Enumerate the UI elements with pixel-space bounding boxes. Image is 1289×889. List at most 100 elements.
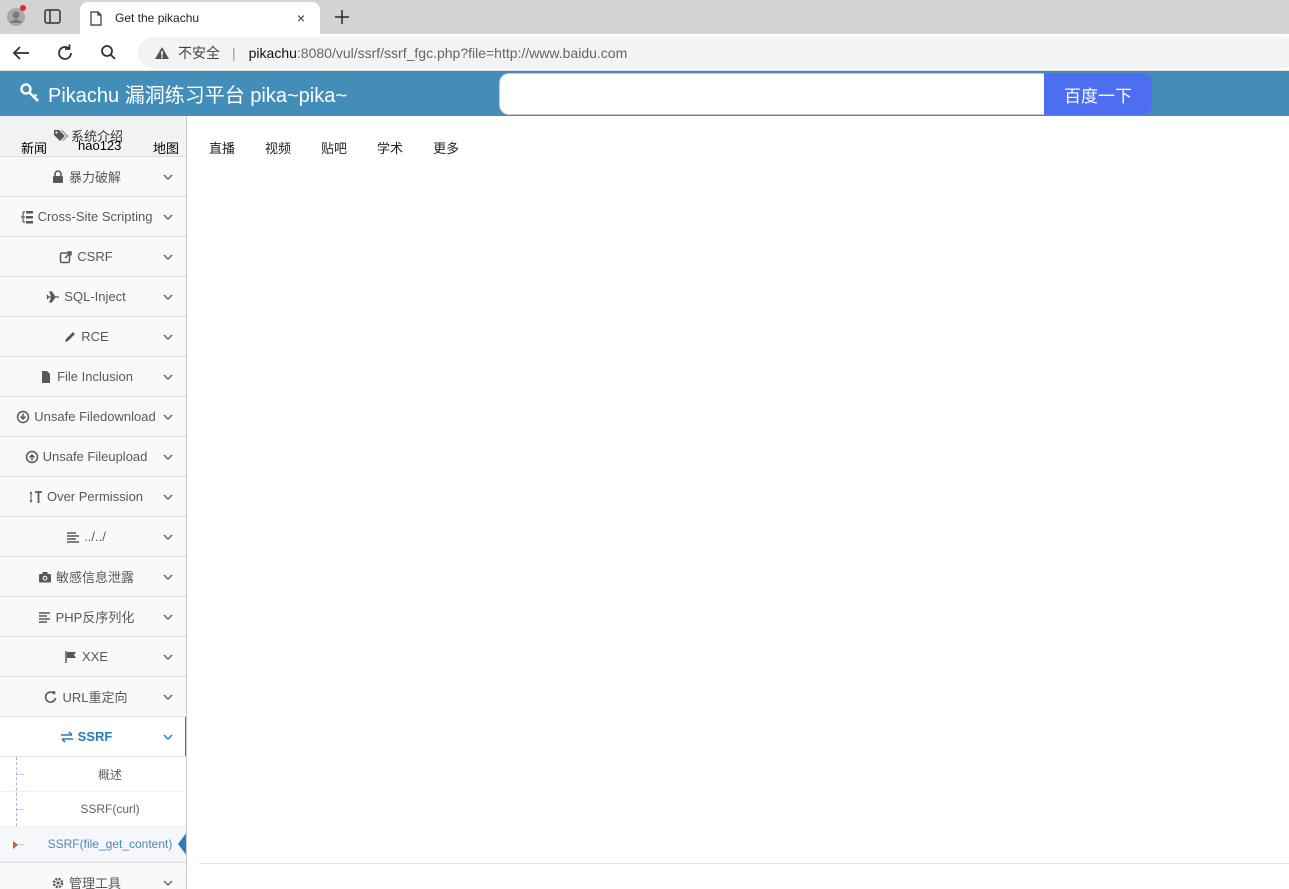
back-icon[interactable] [8, 40, 34, 66]
sidebar-item-unsafe-fileupload[interactable]: Unsafe Fileupload [0, 437, 186, 477]
camera-icon [38, 571, 51, 582]
sidebar-item-label: ../../ [84, 529, 106, 544]
sidebar-item-info-leak[interactable]: 敏感信息泄露 [0, 557, 186, 597]
brand[interactable]: Pikachu 漏洞练习平台 pika~pika~ [20, 80, 348, 107]
sidebar-item-brute-force[interactable]: 暴力破解 [0, 157, 186, 197]
sidebar-item-unsafe-filedownload[interactable]: Unsafe Filedownload [0, 397, 186, 437]
flag-icon [65, 650, 76, 663]
key-icon [20, 83, 39, 102]
nav-link-video[interactable]: 视频 [265, 138, 291, 157]
ssrf-submenu: 概述 SSRF(curl) SSRF(file_get_content) [0, 757, 186, 863]
browser-toolbar: 不安全 | pikachu :8080/vul/ssrf/ssrf_fgc.ph… [0, 34, 1289, 71]
chevron-down-icon [163, 174, 173, 181]
sidebar-item-ssrf[interactable]: SSRF [0, 717, 186, 757]
sidebar-item-xxe[interactable]: XXE [0, 637, 186, 677]
brand-title: Pikachu 漏洞练习平台 pika~pika~ [48, 84, 348, 107]
nav-link-tieba[interactable]: 贴吧 [321, 138, 347, 157]
search-button[interactable]: 百度一下 [1044, 73, 1152, 115]
chevron-down-icon [163, 494, 173, 501]
security-label[interactable]: 不安全 [178, 43, 220, 63]
sidebar-item-sql-inject[interactable]: SQL-Inject [0, 277, 186, 317]
file-icon [42, 370, 51, 383]
text-height-icon [29, 490, 42, 503]
tab-title: Get the pikachu [115, 11, 200, 25]
baidu-search-box: 百度一下 [499, 73, 1152, 115]
new-tab-icon[interactable] [330, 5, 354, 29]
sidebar-item-label: 管理工具 [68, 876, 121, 889]
warning-icon[interactable] [154, 46, 170, 60]
main-content: 直播 视频 贴吧 学术 更多 [187, 116, 1289, 889]
page-icon [90, 10, 102, 26]
sidebar-item-dir-traversal[interactable]: ../../ [0, 517, 186, 557]
sidebar-item-label: SSRF [77, 729, 113, 744]
upload-icon [25, 450, 38, 463]
chevron-down-icon [163, 534, 173, 541]
sidebar-item-label: Unsafe Filedownload [34, 409, 156, 424]
submenu-item-ssrf-file-get-content[interactable]: SSRF(file_get_content) [0, 827, 186, 862]
submenu-item-ssrf-curl[interactable]: SSRF(curl) [0, 792, 186, 827]
chevron-down-icon [163, 414, 173, 421]
chevron-down-icon [163, 454, 173, 461]
sidebar-item-csrf[interactable]: CSRF [0, 237, 186, 277]
sidebar-item-label: PHP反序列化 [55, 610, 135, 625]
sidebar-item-over-permission[interactable]: Over Permission [0, 477, 186, 517]
sidebar-item-label: 暴力破解 [68, 170, 121, 185]
chevron-down-icon [163, 334, 173, 341]
sidebar-item-label: CSRF [77, 249, 113, 264]
hao123-link[interactable]: hao123 [78, 138, 121, 153]
gear-icon [52, 877, 64, 888]
submenu-item-overview[interactable]: 概述 [0, 757, 186, 792]
chevron-down-icon [163, 574, 173, 581]
content-divider [199, 863, 1289, 864]
sidebar-item-label: URL重定向 [62, 690, 128, 705]
tags-icon [54, 130, 68, 141]
sidebar-item-xss[interactable]: Cross-Site Scripting [0, 197, 186, 237]
exchange-icon [60, 730, 73, 743]
align-icon [67, 531, 80, 543]
sidebar-item-label: Over Permission [46, 489, 144, 504]
sidebar-item-url-redirect[interactable]: URL重定向 [0, 677, 186, 717]
sidebar-item-file-inclusion[interactable]: File Inclusion [0, 357, 186, 397]
sidebar-item-label: Cross-Site Scripting [37, 209, 153, 224]
chevron-down-icon [163, 294, 173, 301]
baidu-nav: 直播 视频 贴吧 学术 更多 [209, 138, 489, 157]
caret-right-icon [13, 841, 18, 849]
map-link[interactable]: 地图 [153, 138, 179, 157]
sidebar-item-label: XXE [81, 649, 108, 664]
sidebar-item-admin-tools[interactable]: 管理工具 [0, 863, 186, 889]
address-bar[interactable]: 不安全 | pikachu :8080/vul/ssrf/ssrf_fgc.ph… [138, 37, 1289, 68]
sidebar-item-rce[interactable]: RCE [0, 317, 186, 357]
nav-link-xueshu[interactable]: 学术 [377, 138, 403, 157]
search-icon[interactable] [96, 40, 122, 66]
browser-tab[interactable]: Get the pikachu × [80, 2, 320, 34]
download-icon [17, 410, 30, 423]
tab-close-icon[interactable]: × [292, 9, 310, 27]
chevron-down-icon [163, 654, 173, 661]
chevron-down-icon [163, 694, 173, 701]
chevron-down-icon [163, 734, 173, 741]
chevron-down-icon [163, 880, 173, 887]
sidebar-shortcuts: 系统介绍 新闻 hao123 地图 [0, 116, 186, 157]
notification-dot [20, 5, 26, 11]
sidebar-item-label: SQL-Inject [64, 289, 126, 304]
repeat-icon [45, 690, 57, 703]
chevron-down-icon [163, 614, 173, 621]
nav-link-live[interactable]: 直播 [209, 138, 235, 157]
submenu-item-label: SSRF(curl) [80, 802, 140, 816]
reload-icon[interactable] [52, 40, 78, 66]
browser-tab-bar: Get the pikachu × [0, 0, 1289, 34]
pencil-icon [65, 331, 76, 342]
sidebar-item-label: File Inclusion [57, 369, 133, 384]
share-icon [60, 250, 73, 263]
lock-icon [52, 169, 63, 183]
url-path: :8080/vul/ssrf/ssrf_fgc.php?file=http://… [296, 44, 628, 61]
search-input[interactable] [499, 73, 1046, 115]
news-link[interactable]: 新闻 [21, 138, 47, 157]
submenu-item-label: 概述 [97, 767, 122, 782]
chevron-down-icon [163, 214, 173, 221]
sidebar-item-php-unserialize[interactable]: PHP反序列化 [0, 597, 186, 637]
tab-actions-icon[interactable] [44, 9, 61, 24]
nav-link-more[interactable]: 更多 [433, 138, 459, 157]
plane-icon [46, 290, 60, 303]
sidebar-item-label: Unsafe Fileupload [42, 449, 148, 464]
